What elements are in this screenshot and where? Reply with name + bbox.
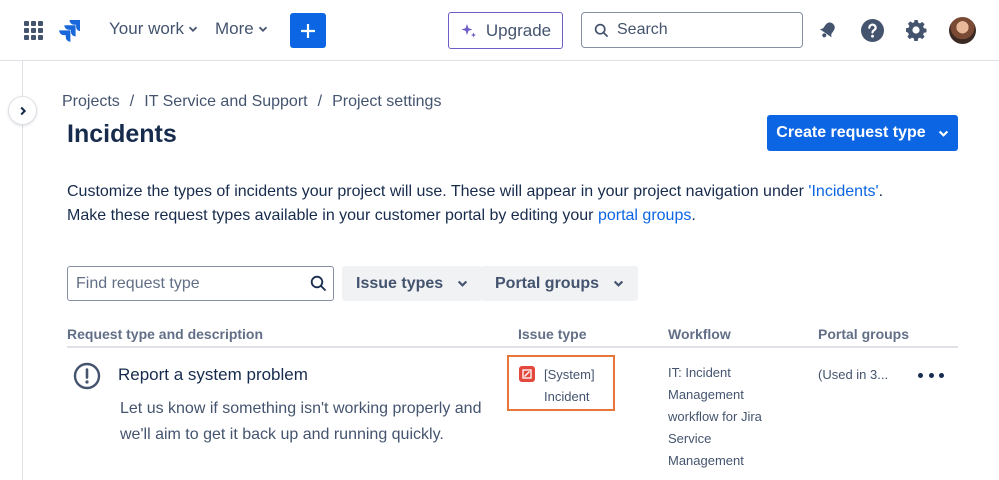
breadcrumb-settings[interactable]: Project settings: [332, 93, 441, 111]
upgrade-label: Upgrade: [485, 20, 552, 40]
breadcrumb-projects[interactable]: Projects: [62, 93, 120, 111]
chevron-down-icon: [458, 280, 468, 287]
portal-groups-value: (Used in 3...: [818, 367, 889, 382]
column-header-request-type: Request type and description: [67, 326, 264, 342]
more-label: More: [215, 19, 254, 38]
request-type-title[interactable]: Report a system problem: [118, 365, 308, 385]
search-box[interactable]: [581, 12, 803, 48]
search-icon: [310, 275, 327, 292]
top-navigation: Your work More Upgrade: [0, 0, 999, 61]
settings-gear-icon[interactable]: [903, 17, 929, 43]
page-description: Customize the types of incidents your pr…: [67, 183, 884, 224]
breadcrumb-project[interactable]: IT Service and Support: [144, 93, 307, 111]
request-type-description: Let us know if something isn't working p…: [120, 400, 482, 443]
workflow-value: IT: Incident Management workflow for Jir…: [668, 365, 762, 468]
warning-circle-icon: [73, 362, 101, 390]
chevron-down-icon: [258, 26, 267, 32]
breadcrumb: Projects / IT Service and Support / Proj…: [62, 93, 441, 111]
incident-icon: [519, 366, 535, 382]
notification-bell-icon[interactable]: [815, 17, 841, 43]
your-work-menu[interactable]: Your work: [109, 19, 198, 39]
your-work-label: Your work: [109, 19, 184, 38]
issue-types-filter[interactable]: Issue types: [342, 266, 483, 301]
more-menu[interactable]: More: [215, 19, 268, 39]
upgrade-button[interactable]: Upgrade: [448, 12, 563, 49]
breadcrumb-separator: /: [317, 93, 323, 110]
create-request-type-label: Create request type: [776, 124, 926, 141]
find-request-type-field[interactable]: [67, 266, 334, 301]
page-title: Incidents: [67, 120, 177, 148]
expand-sidebar-button[interactable]: [9, 97, 36, 124]
app-switcher-icon[interactable]: [24, 21, 43, 40]
portal-groups-link[interactable]: portal groups: [598, 207, 691, 224]
portal-groups-label: Portal groups: [495, 274, 600, 292]
create-button[interactable]: [290, 13, 326, 48]
portal-groups-filter[interactable]: Portal groups: [481, 266, 639, 301]
column-header-portal-groups: Portal groups: [818, 326, 910, 342]
column-header-workflow: Workflow: [668, 326, 731, 342]
help-icon[interactable]: [859, 17, 885, 43]
chevron-right-icon: [19, 106, 26, 115]
jira-logo-icon[interactable]: [58, 18, 82, 42]
issue-types-label: Issue types: [356, 274, 444, 292]
search-icon: [594, 23, 609, 37]
incidents-link[interactable]: 'Incidents': [808, 183, 878, 200]
find-request-type-input[interactable]: [76, 274, 301, 293]
chevron-down-icon: [613, 280, 624, 287]
more-icon[interactable]: [918, 365, 944, 385]
table-header-divider: [67, 346, 958, 348]
issue-type-value: [System] Incident: [544, 367, 595, 404]
user-avatar[interactable]: [949, 17, 976, 44]
chevron-down-icon: [188, 26, 198, 32]
breadcrumb-separator: /: [129, 93, 135, 110]
sparkle-icon: [461, 23, 476, 37]
column-header-issue-type: Issue type: [518, 326, 587, 342]
plus-icon: [301, 23, 315, 38]
create-request-type-button[interactable]: Create request type: [767, 115, 958, 151]
search-input[interactable]: [617, 21, 787, 39]
chevron-down-icon: [938, 130, 948, 137]
